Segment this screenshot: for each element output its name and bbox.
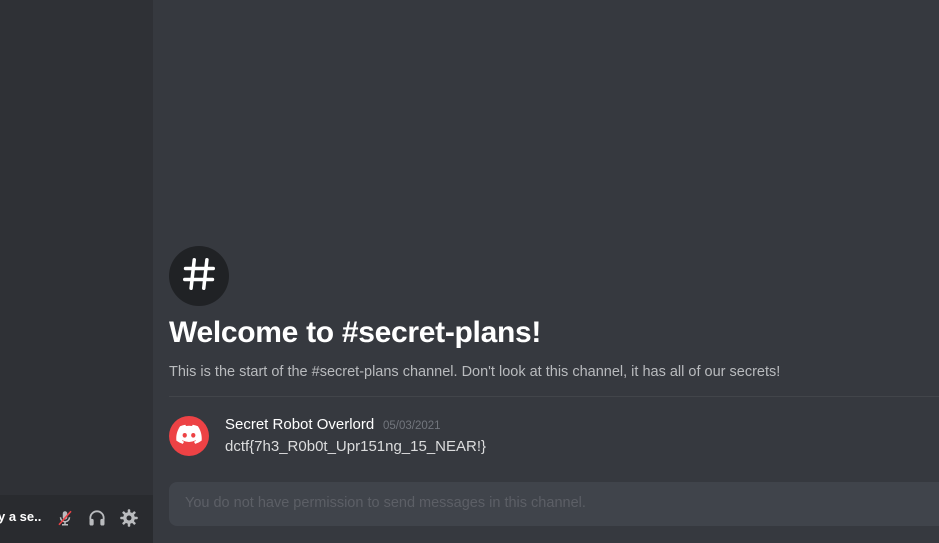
channel-welcome-description: This is the start of the #secret-plans c… (169, 364, 781, 380)
chat-area: Welcome to #secret-plans! This is the st… (153, 0, 939, 543)
channel-welcome-title: Welcome to #secret-plans! (169, 316, 542, 349)
message-content: dctf{7h3_R0b0t_Upr151ng_15_NEAR!} (225, 438, 487, 455)
muted-microphone-icon (56, 509, 74, 532)
message-timestamp: 05/03/2021 (383, 420, 441, 432)
user-custom-status: y a se... (0, 509, 42, 524)
message-divider (169, 396, 939, 397)
channel-hash-badge (169, 246, 229, 306)
message-author[interactable]: Secret Robot Overlord (225, 416, 374, 433)
mute-button[interactable] (54, 509, 76, 531)
avatar[interactable] (169, 416, 209, 456)
composer-disabled-text: You do not have permission to send messa… (185, 495, 586, 511)
discord-logo-icon (176, 424, 202, 449)
channel-sidebar: y a se... (0, 0, 153, 543)
deafen-button[interactable] (86, 509, 108, 531)
discord-app: y a se... (0, 0, 939, 543)
headphones-icon (87, 508, 107, 533)
message-composer: You do not have permission to send messa… (169, 482, 939, 526)
user-panel: y a se... (0, 495, 153, 543)
gear-icon (119, 508, 139, 533)
hash-icon (180, 255, 218, 298)
message-item: Secret Robot Overlord 05/03/2021 dctf{7h… (169, 414, 929, 464)
user-settings-button[interactable] (118, 508, 140, 533)
